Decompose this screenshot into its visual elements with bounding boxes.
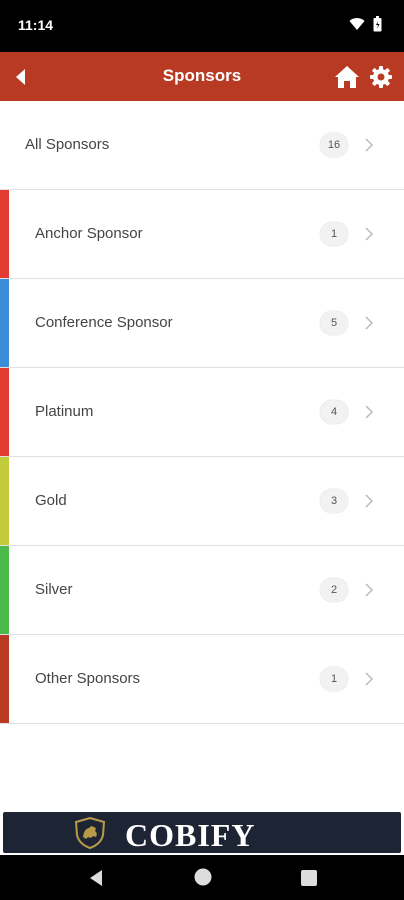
count-badge: 2 (320, 578, 348, 602)
list-item-label: Conference Sponsor (35, 314, 173, 331)
lion-crest-icon (74, 817, 106, 849)
list-item-sponsor-category[interactable]: Gold 3 (0, 457, 404, 546)
list-item-sponsor-category[interactable]: Silver 2 (0, 546, 404, 635)
nav-recents-icon[interactable] (301, 870, 317, 886)
sponsor-list: All Sponsors 16 Anchor Sponsor 1 Conferenc… (0, 101, 404, 724)
list-item-label: Anchor Sponsor (35, 225, 143, 242)
list-item-sponsor-category[interactable]: Anchor Sponsor 1 (0, 190, 404, 279)
chevron-right-icon (365, 494, 374, 508)
list-item-label: Other Sponsors (35, 670, 141, 687)
status-bar: 11:14 (0, 0, 404, 52)
home-icon (335, 66, 359, 88)
battery-icon (373, 16, 382, 32)
count-badge: 1 (320, 222, 348, 246)
chevron-right-icon (365, 672, 374, 686)
list-item-label: All Sponsors (25, 136, 110, 153)
status-time: 11:14 (18, 17, 54, 33)
nav-back-icon[interactable] (88, 869, 104, 887)
chevron-right-icon (365, 138, 374, 152)
chevron-right-icon (365, 583, 374, 597)
settings-button[interactable] (368, 64, 394, 90)
status-icons (349, 16, 382, 32)
count-badge: 3 (320, 489, 348, 513)
wifi-icon (349, 18, 365, 30)
app-bar: Sponsors (0, 52, 404, 101)
list-item-label: Gold (35, 492, 67, 509)
list-item-sponsor-category[interactable]: Conference Sponsor 5 (0, 279, 404, 368)
system-nav-bar (0, 855, 404, 900)
count-badge: 1 (320, 667, 348, 691)
count-badge: 4 (320, 400, 348, 424)
list-item-sponsor-category[interactable]: Other Sponsors 1 (0, 635, 404, 724)
category-color-bar (0, 368, 9, 456)
chevron-right-icon (365, 227, 374, 241)
category-color-bar (0, 457, 9, 545)
list-item-label: Silver (35, 581, 73, 598)
banner-logo-text: COBIFY (125, 817, 256, 853)
category-color-bar (0, 635, 9, 723)
category-color-bar (0, 546, 9, 634)
list-item-all-sponsors[interactable]: All Sponsors 16 (0, 101, 404, 190)
count-badge: 16 (320, 133, 348, 157)
count-badge: 5 (320, 311, 348, 335)
chevron-right-icon (365, 405, 374, 419)
banner-background: COBIFY (3, 812, 401, 853)
list-item-label: Platinum (35, 403, 94, 420)
ad-banner[interactable]: COBIFY (0, 810, 404, 855)
list-item-sponsor-category[interactable]: Platinum 4 (0, 368, 404, 457)
category-color-bar (0, 190, 9, 278)
gear-icon (370, 66, 392, 88)
home-button[interactable] (334, 64, 360, 90)
category-color-bar (0, 279, 9, 367)
chevron-right-icon (365, 316, 374, 330)
nav-home-icon[interactable] (194, 868, 212, 886)
